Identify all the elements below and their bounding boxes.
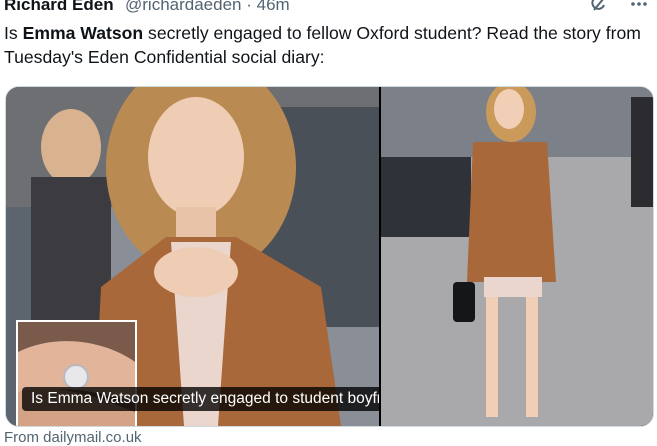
tweet-text-bold[interactable]: Emma Watson	[23, 23, 144, 43]
meta-separator: ·	[246, 0, 252, 14]
tweet-time[interactable]: 46m	[257, 0, 290, 14]
grok-icon[interactable]	[589, 0, 609, 14]
tweet-header: Richard Eden @richardaeden · 46m	[4, 0, 649, 17]
author-name[interactable]: Richard Eden	[4, 0, 114, 15]
tweet-actions	[589, 0, 649, 14]
tweet-text: Is Emma Watson secretly engaged to fello…	[4, 21, 644, 69]
link-card-media[interactable]: Is Emma Watson secretly engaged to stude…	[5, 86, 654, 427]
card-source[interactable]: From dailymail.co.uk	[4, 429, 142, 446]
right-photo	[381, 87, 653, 426]
author-handle[interactable]: @richardaeden	[125, 0, 242, 14]
tweet-text-part1: Is	[4, 23, 23, 43]
left-photo: Is Emma Watson secretly engaged to stude…	[6, 87, 379, 426]
more-options-icon[interactable]	[629, 0, 649, 14]
card-caption: Is Emma Watson secretly engaged to stude…	[22, 387, 379, 411]
author-meta: @richardaeden · 46m	[125, 0, 290, 15]
